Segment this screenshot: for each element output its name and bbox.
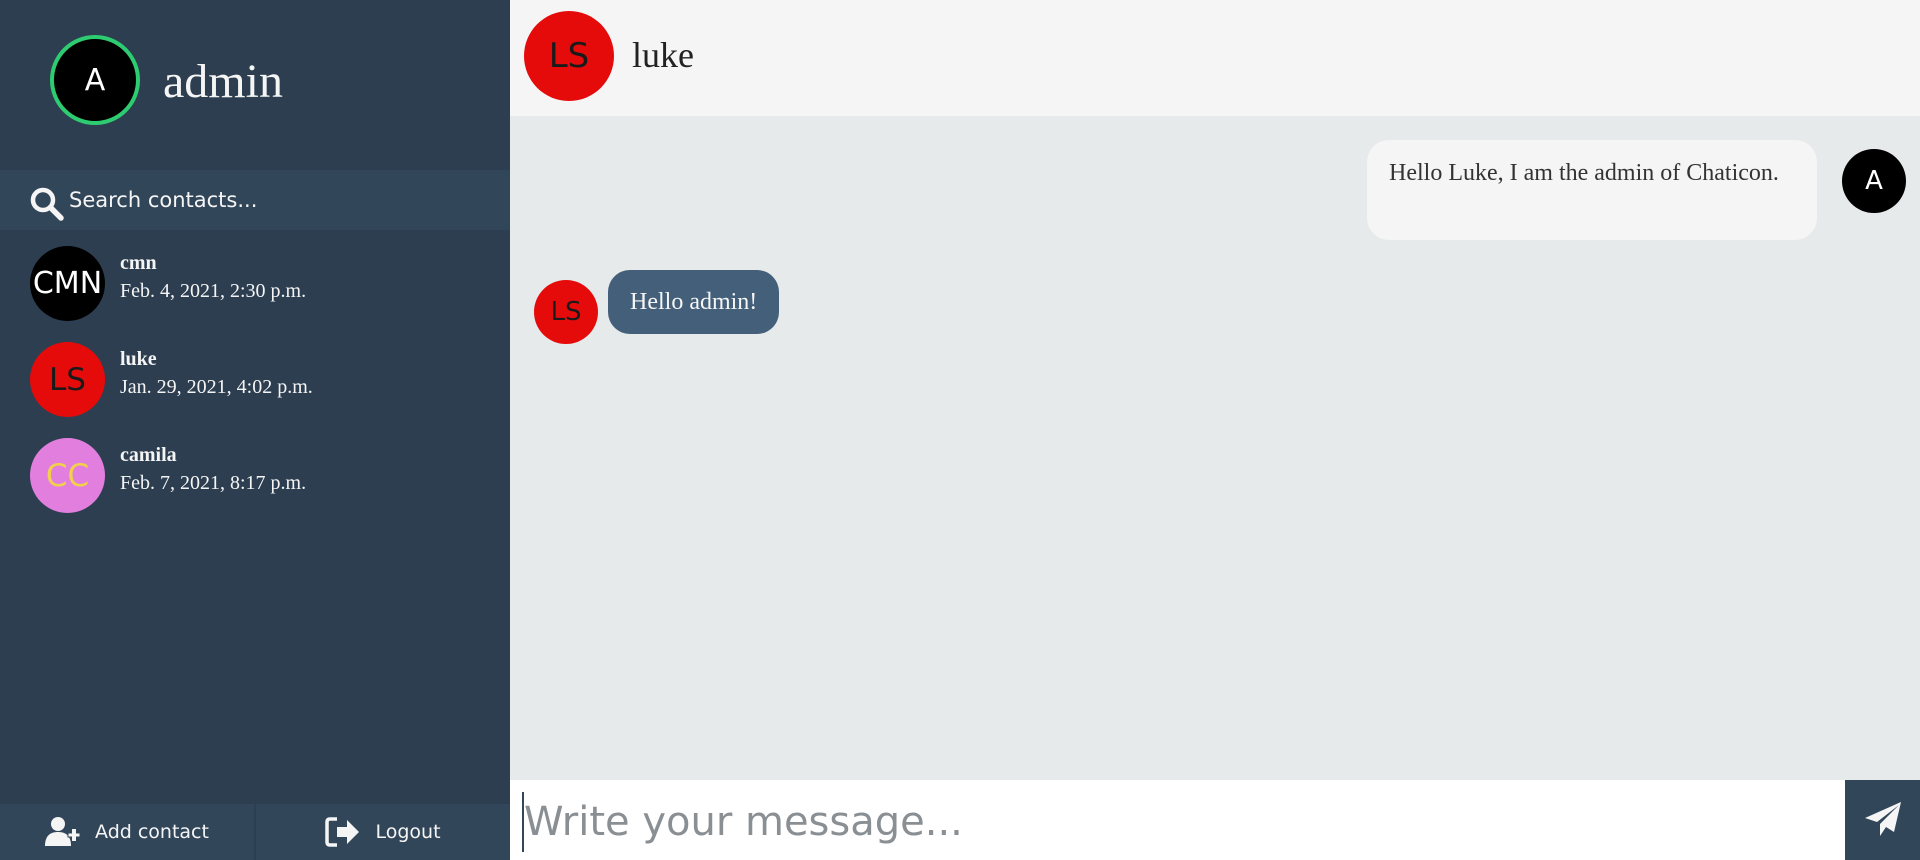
message-avatar-received: LS	[534, 280, 598, 344]
contact-name: luke	[120, 348, 157, 370]
user-plus-icon	[45, 817, 81, 846]
contact-item-camila[interactable]: CC camila Feb. 7, 2021, 8:17 p.m.	[0, 432, 510, 528]
search-icon	[30, 187, 64, 221]
chat-header: LS luke	[510, 0, 1920, 116]
contact-avatar: CMN	[30, 246, 105, 321]
message-bubble-received: Hello admin!	[608, 270, 780, 334]
add-contact-button[interactable]: Add contact	[0, 804, 256, 860]
sidebar-bottom-bar: Add contact Logout	[0, 804, 510, 860]
paper-plane-icon	[1864, 802, 1901, 836]
search-input[interactable]	[69, 183, 489, 217]
sign-out-icon	[325, 817, 360, 847]
chat-contact-avatar[interactable]: LS	[524, 11, 614, 101]
message-avatar-sent: A	[1842, 149, 1906, 213]
contact-timestamp: Jan. 29, 2021, 4:02 p.m.	[120, 376, 313, 398]
message-input[interactable]	[522, 792, 1824, 852]
message-composer	[510, 780, 1920, 860]
search-bar	[0, 170, 510, 230]
profile-avatar[interactable]: A	[50, 35, 140, 125]
contact-avatar: LS	[30, 342, 105, 417]
logout-button[interactable]: Logout	[256, 804, 510, 860]
message-bubble-sent: Hello Luke, I am the admin of Chaticon.	[1367, 140, 1817, 240]
add-contact-label: Add contact	[95, 821, 209, 843]
contact-avatar: CC	[30, 438, 105, 513]
contact-timestamp: Feb. 4, 2021, 2:30 p.m.	[120, 280, 307, 302]
send-button[interactable]	[1845, 780, 1920, 860]
profile-name: admin	[163, 55, 283, 108]
logout-label: Logout	[375, 821, 441, 843]
contact-item-cmn[interactable]: CMN cmn Feb. 4, 2021, 2:30 p.m.	[0, 240, 510, 336]
sidebar: A admin CMN cmn Feb. 4, 2021, 2:30 p.m. …	[0, 0, 510, 860]
contact-list: CMN cmn Feb. 4, 2021, 2:30 p.m. LS luke …	[0, 240, 510, 528]
chat-contact-name: luke	[632, 35, 694, 75]
contact-timestamp: Feb. 7, 2021, 8:17 p.m.	[120, 472, 307, 494]
message-list: Hello Luke, I am the admin of Chaticon. …	[510, 116, 1920, 780]
contact-name: cmn	[120, 252, 157, 274]
profile: A admin	[0, 0, 510, 170]
contact-item-luke[interactable]: LS luke Jan. 29, 2021, 4:02 p.m.	[0, 336, 510, 432]
contact-name: camila	[120, 444, 177, 466]
